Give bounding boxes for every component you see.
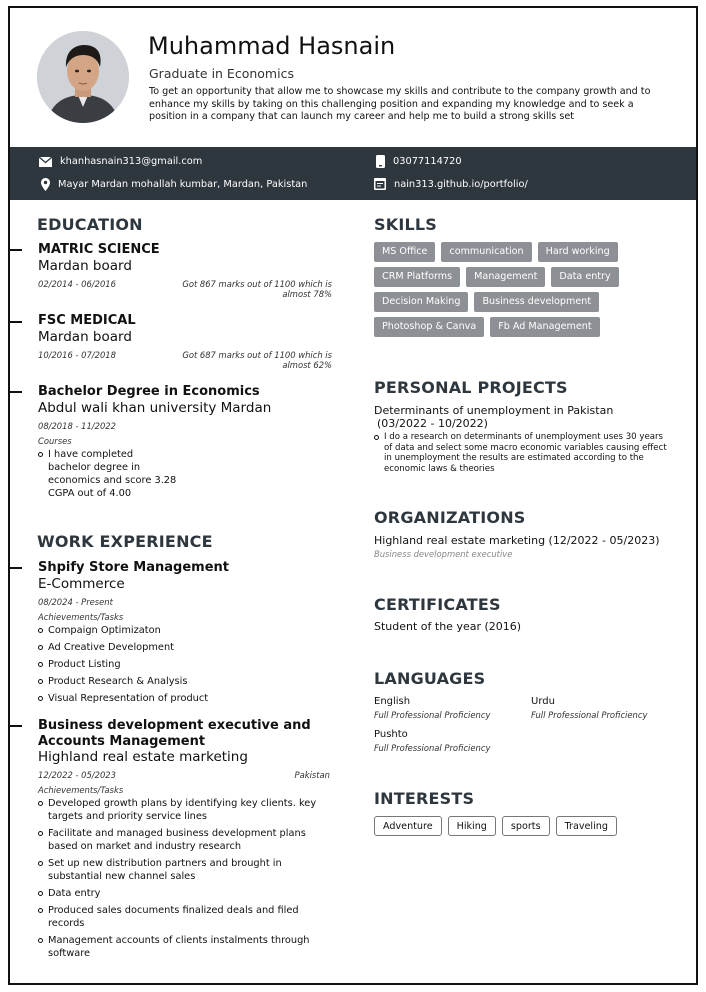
- timeline-tick: [10, 725, 22, 727]
- website-icon: [374, 178, 386, 190]
- location-pin-icon: [41, 178, 50, 191]
- job-company: E-Commerce: [38, 576, 125, 592]
- skill-tag: Fb Ad Management: [490, 317, 600, 337]
- interest-tag: Adventure: [374, 816, 442, 836]
- address-contact: Mayar Mardan mohallah kumbar, Mardan, Pa…: [41, 178, 307, 191]
- email-text: khanhasnain313@gmail.com: [60, 156, 203, 167]
- organizations-heading: ORGANIZATIONS: [374, 508, 526, 527]
- project-name: Determinants of unemployment in Pakistan: [374, 404, 614, 417]
- website-contact[interactable]: nain313.github.io/portfolio/: [374, 178, 528, 190]
- timeline-tick: [10, 567, 22, 569]
- website-text: nain313.github.io/portfolio/: [394, 178, 528, 190]
- interests-heading: INTERESTS: [374, 789, 475, 808]
- list-item: Facilitate and managed business developm…: [38, 827, 330, 853]
- education-note: Got 867 marks out of 1100 which is almos…: [182, 279, 332, 299]
- certificate-item: Student of the year (2016): [374, 620, 522, 633]
- profile-photo: [37, 31, 129, 123]
- skill-tag: MS Office: [374, 242, 436, 262]
- list-item: Compaign Optimizaton: [38, 624, 328, 637]
- education-dates: 08/2018 - 11/2022: [38, 421, 116, 431]
- list-item: Set up new distribution partners and bro…: [38, 857, 330, 883]
- contact-bar: khanhasnain313@gmail.com 03077114720 May…: [10, 147, 696, 200]
- skills-heading: SKILLS: [374, 215, 437, 234]
- achievements-label: Achievements/Tasks: [38, 612, 124, 622]
- skill-tag: Business development: [474, 292, 600, 312]
- education-degree: FSC MEDICAL: [38, 313, 136, 328]
- phone-text: 03077114720: [393, 156, 462, 167]
- education-degree: MATRIC SCIENCE: [38, 242, 160, 257]
- list-item: Product Listing: [38, 658, 328, 671]
- education-note: Got 687 marks out of 1100 which is almos…: [182, 350, 332, 370]
- skill-tag: communication: [441, 242, 532, 262]
- skill-tag: CRM Platforms: [374, 267, 461, 287]
- interest-tag: Traveling: [555, 816, 617, 836]
- education-dates: 10/2016 - 07/2018: [38, 350, 116, 360]
- skill-tag: Decision Making: [374, 292, 469, 312]
- envelope-icon: [39, 156, 52, 167]
- list-item: Data entry: [38, 887, 330, 900]
- list-item: I have completed bachelor degree in econ…: [38, 448, 178, 500]
- interest-tag: Hiking: [447, 816, 496, 836]
- language-level: Full Professional Proficiency: [531, 710, 648, 720]
- education-institution: Abdul wali khan university Mardan: [38, 400, 272, 416]
- skill-tag: Photoshop & Canva: [374, 317, 485, 337]
- candidate-name: Muhammad Hasnain: [148, 32, 396, 60]
- job-title-line2: Accounts Management: [38, 734, 206, 749]
- skills-list: MS Office communication Hard working CRM…: [374, 242, 644, 337]
- email-contact[interactable]: khanhasnain313@gmail.com: [39, 156, 202, 167]
- interests-list: Adventure Hiking sports Traveling: [374, 816, 644, 836]
- language-name: Urdu: [531, 696, 555, 707]
- organization-role: Business development executive: [374, 549, 513, 559]
- list-item: Visual Representation of product: [38, 692, 328, 705]
- job-company: Highland real estate marketing: [38, 749, 248, 765]
- job-achievements-list: Compaign Optimizaton Ad Creative Develop…: [38, 624, 328, 709]
- language-level: Full Professional Proficiency: [374, 710, 491, 720]
- achievements-label: Achievements/Tasks: [38, 785, 124, 795]
- courses-label: Courses: [38, 436, 72, 446]
- language-name: English: [374, 696, 411, 707]
- skill-tag: Data entry: [551, 267, 619, 287]
- job-achievements-list: Developed growth plans by identifying ke…: [38, 797, 330, 964]
- list-item: Management accounts of clients instalmen…: [38, 934, 330, 960]
- timeline-tick: [10, 249, 22, 251]
- candidate-title: Graduate in Economics: [149, 66, 294, 81]
- work-experience-heading: WORK EXPERIENCE: [37, 532, 213, 551]
- job-title: Shpify Store Management: [38, 560, 229, 575]
- timeline-tick: [10, 321, 22, 323]
- language-level: Full Professional Proficiency: [374, 743, 491, 753]
- phone-contact[interactable]: 03077114720: [376, 155, 462, 168]
- education-dates: 02/2014 - 06/2016: [38, 279, 116, 289]
- skill-tag: Management: [466, 267, 546, 287]
- skill-tag: Hard working: [537, 242, 618, 262]
- list-item: Produced sales documents finalized deals…: [38, 904, 330, 930]
- languages-heading: LANGUAGES: [374, 669, 486, 688]
- job-title-line1: Business development executive and: [38, 718, 311, 733]
- list-item: Product Research & Analysis: [38, 675, 328, 688]
- interest-tag: sports: [501, 816, 550, 836]
- list-item: Developed growth plans by identifying ke…: [38, 797, 330, 823]
- job-location: Pakistan: [294, 770, 330, 780]
- career-summary: To get an opportunity that allow me to s…: [149, 86, 651, 122]
- education-degree: Bachelor Degree in Economics: [38, 384, 260, 399]
- education-institution: Mardan board: [38, 329, 132, 345]
- project-details-list: I do a research on determinants of unemp…: [374, 432, 674, 474]
- list-item: Ad Creative Development: [38, 641, 328, 654]
- projects-heading: PERSONAL PROJECTS: [374, 378, 568, 397]
- job-dates: 12/2022 - 05/2023: [38, 770, 116, 780]
- list-item: I do a research on determinants of unemp…: [374, 432, 674, 474]
- address-text: Mayar Mardan mohallah kumbar, Mardan, Pa…: [58, 179, 308, 190]
- project-dates: (03/2022 - 10/2022): [377, 417, 488, 430]
- timeline-tick: [10, 391, 22, 393]
- courses-list: I have completed bachelor degree in econ…: [38, 448, 178, 504]
- phone-icon: [376, 155, 385, 168]
- job-dates: 08/2024 - Present: [38, 597, 113, 607]
- resume-page: Muhammad Hasnain Graduate in Economics T…: [8, 6, 698, 985]
- education-institution: Mardan board: [38, 258, 132, 274]
- education-heading: EDUCATION: [37, 215, 143, 234]
- language-name: Pushto: [374, 729, 408, 740]
- organization-name: Highland real estate marketing (12/2022 …: [374, 534, 660, 547]
- certificates-heading: CERTIFICATES: [374, 595, 501, 614]
